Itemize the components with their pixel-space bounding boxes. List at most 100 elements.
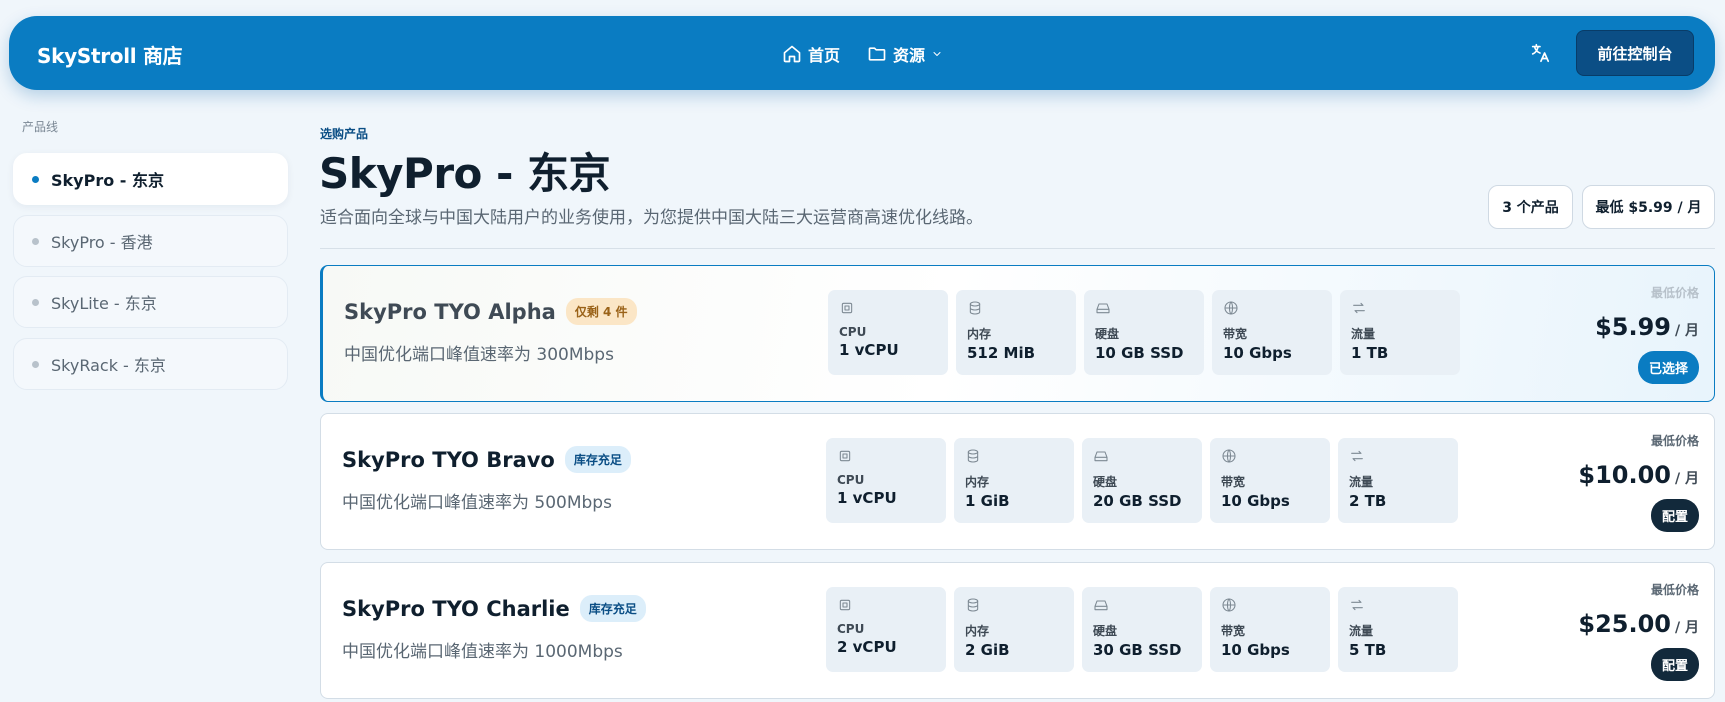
nav-home-link[interactable]: 首页 <box>782 42 840 66</box>
price-label: 最低价格 <box>1650 434 1699 448</box>
spec-label: 流量 <box>1351 327 1376 341</box>
spec-label: 带宽 <box>1221 624 1246 638</box>
spec-label: 流量 <box>1349 475 1374 489</box>
transfer-icon <box>1351 450 1363 462</box>
nav-resources-label: 资源 <box>893 46 926 65</box>
nav-home-label: 首页 <box>808 46 841 65</box>
spec-bandwidth: 带宽 10 Gbps <box>1210 587 1330 672</box>
spec-value: 10 Gbps <box>1223 344 1292 362</box>
product-name-row: SkyPro TYO Charlie 库存充足 <box>342 595 646 622</box>
nav-resources-dropdown[interactable]: 资源 <box>867 42 943 66</box>
product-description: 中国优化端口峰值速率为 1000Mbps <box>342 642 623 662</box>
spec-list: CPU 1 vCPU 内存 512 MiB 硬盘 10 GB SSD 带宽 10… <box>828 290 1460 375</box>
spec-value: 10 Gbps <box>1221 641 1290 659</box>
spec-value: 1 vCPU <box>839 341 899 359</box>
folder-icon <box>868 47 886 61</box>
spec-memory: 内存 1 GiB <box>954 438 1074 523</box>
spec-value: 2 TB <box>1349 492 1387 510</box>
spec-cpu: CPU 2 vCPU <box>826 587 946 672</box>
page-description: 适合面向全球与中国大陆用户的业务使用，为您提供中国大陆三大运营商高速优化线路。 <box>320 208 983 228</box>
spec-label: CPU <box>839 325 867 339</box>
sidebar-item-label: SkyLite - 东京 <box>51 294 157 313</box>
language-switcher[interactable] <box>1529 42 1553 66</box>
inactive-dot <box>32 237 39 245</box>
spec-value: 1 GiB <box>965 492 1010 510</box>
spec-bandwidth: 带宽 10 Gbps <box>1212 290 1332 375</box>
memory-icon <box>967 449 979 463</box>
price-line: $5.99/ 月 <box>1595 313 1699 341</box>
spec-value: 20 GB SSD <box>1093 492 1182 510</box>
spec-traffic: 流量 5 TB <box>1338 587 1458 672</box>
spec-traffic: 流量 1 TB <box>1340 290 1460 375</box>
product-card-bravo[interactable]: SkyPro TYO Bravo 库存充足 中国优化端口峰值速率为 500Mbp… <box>320 413 1715 550</box>
price-unit: / 月 <box>1675 471 1699 487</box>
cpu-icon <box>841 302 853 314</box>
product-name: SkyPro TYO Alpha <box>344 299 556 324</box>
spec-value: 10 Gbps <box>1221 492 1290 510</box>
disk-icon <box>1094 600 1108 611</box>
brand-logo[interactable]: SkyStroll 商店 <box>37 40 183 69</box>
globe-icon <box>1222 598 1236 612</box>
sidebar-item-skypro-tokyo[interactable]: SkyPro - 东京 <box>13 153 288 205</box>
min-price-chip: 最低 $5.99 / 月 <box>1582 185 1715 229</box>
configure-button[interactable]: 配置 <box>1650 499 1699 532</box>
go-to-console-button[interactable]: 前往控制台 <box>1576 30 1694 76</box>
spec-label: 带宽 <box>1221 475 1246 489</box>
price-unit: / 月 <box>1675 323 1699 339</box>
memory-icon <box>969 301 981 315</box>
spec-label: 流量 <box>1349 624 1374 638</box>
spec-value: 512 MiB <box>967 344 1036 362</box>
spec-value: 5 TB <box>1349 641 1387 659</box>
price-value: $10.00 <box>1578 461 1671 489</box>
product-description: 中国优化端口峰值速率为 300Mbps <box>344 345 614 365</box>
sidebar-item-skypro-hongkong[interactable]: SkyPro - 香港 <box>13 215 288 267</box>
product-name-row: SkyPro TYO Alpha 仅剩 4 件 <box>344 298 637 325</box>
product-card-charlie[interactable]: SkyPro TYO Charlie 库存充足 中国优化端口峰值速率为 1000… <box>320 562 1715 699</box>
globe-icon <box>1222 449 1236 463</box>
sidebar-item-label: SkyRack - 东京 <box>51 356 166 375</box>
spec-value: 1 TB <box>1351 344 1389 362</box>
price-value: $5.99 <box>1595 313 1671 341</box>
product-card-alpha[interactable]: SkyPro TYO Alpha 仅剩 4 件 中国优化端口峰值速率为 300M… <box>320 265 1715 402</box>
price-value: $25.00 <box>1578 610 1671 638</box>
chevron-down-icon <box>933 52 941 56</box>
price-label: 最低价格 <box>1650 286 1699 300</box>
header-divider <box>320 248 1715 249</box>
stock-badge: 仅剩 4 件 <box>565 298 637 325</box>
spec-label: 硬盘 <box>1095 327 1120 341</box>
price-line: $10.00/ 月 <box>1578 461 1699 489</box>
transfer-icon <box>1351 599 1363 611</box>
price-area: 最低价格 $10.00/ 月 配置 <box>1578 432 1699 532</box>
spec-traffic: 流量 2 TB <box>1338 438 1458 523</box>
sidebar-item-skylite-tokyo[interactable]: SkyLite - 东京 <box>13 276 288 328</box>
cpu-icon <box>839 450 851 462</box>
spec-value: 10 GB SSD <box>1095 344 1184 362</box>
sidebar-item-skyrack-tokyo[interactable]: SkyRack - 东京 <box>13 338 288 390</box>
transfer-icon <box>1353 302 1365 314</box>
product-name: SkyPro TYO Charlie <box>342 596 570 621</box>
spec-cpu: CPU 1 vCPU <box>828 290 948 375</box>
spec-value: 1 vCPU <box>837 489 897 507</box>
spec-label: 带宽 <box>1223 327 1248 341</box>
stock-badge: 库存充足 <box>564 446 631 473</box>
spec-label: CPU <box>837 622 865 636</box>
spec-value: 2 vCPU <box>837 638 897 656</box>
memory-icon <box>967 598 979 612</box>
spec-bandwidth: 带宽 10 Gbps <box>1210 438 1330 523</box>
spec-label: 内存 <box>967 327 992 341</box>
top-navbar: SkyStroll 商店 首页 资源 前往控制台 <box>9 16 1715 90</box>
spec-list: CPU 1 vCPU 内存 1 GiB 硬盘 20 GB SSD 带宽 10 G… <box>826 438 1458 523</box>
inactive-dot <box>32 360 39 368</box>
translate-icon <box>1531 43 1550 63</box>
configure-button[interactable]: 配置 <box>1650 648 1699 681</box>
sidebar-item-label: SkyPro - 香港 <box>51 233 153 252</box>
selected-button[interactable]: 已选择 <box>1637 351 1699 384</box>
spec-list: CPU 2 vCPU 内存 2 GiB 硬盘 30 GB SSD 带宽 10 G… <box>826 587 1458 672</box>
spec-disk: 硬盘 30 GB SSD <box>1082 587 1202 672</box>
spec-disk: 硬盘 10 GB SSD <box>1084 290 1204 375</box>
spec-label: 内存 <box>965 475 990 489</box>
spec-memory: 内存 2 GiB <box>954 587 1074 672</box>
inactive-dot <box>32 298 39 306</box>
globe-icon <box>1224 301 1238 315</box>
price-unit: / 月 <box>1675 620 1699 636</box>
